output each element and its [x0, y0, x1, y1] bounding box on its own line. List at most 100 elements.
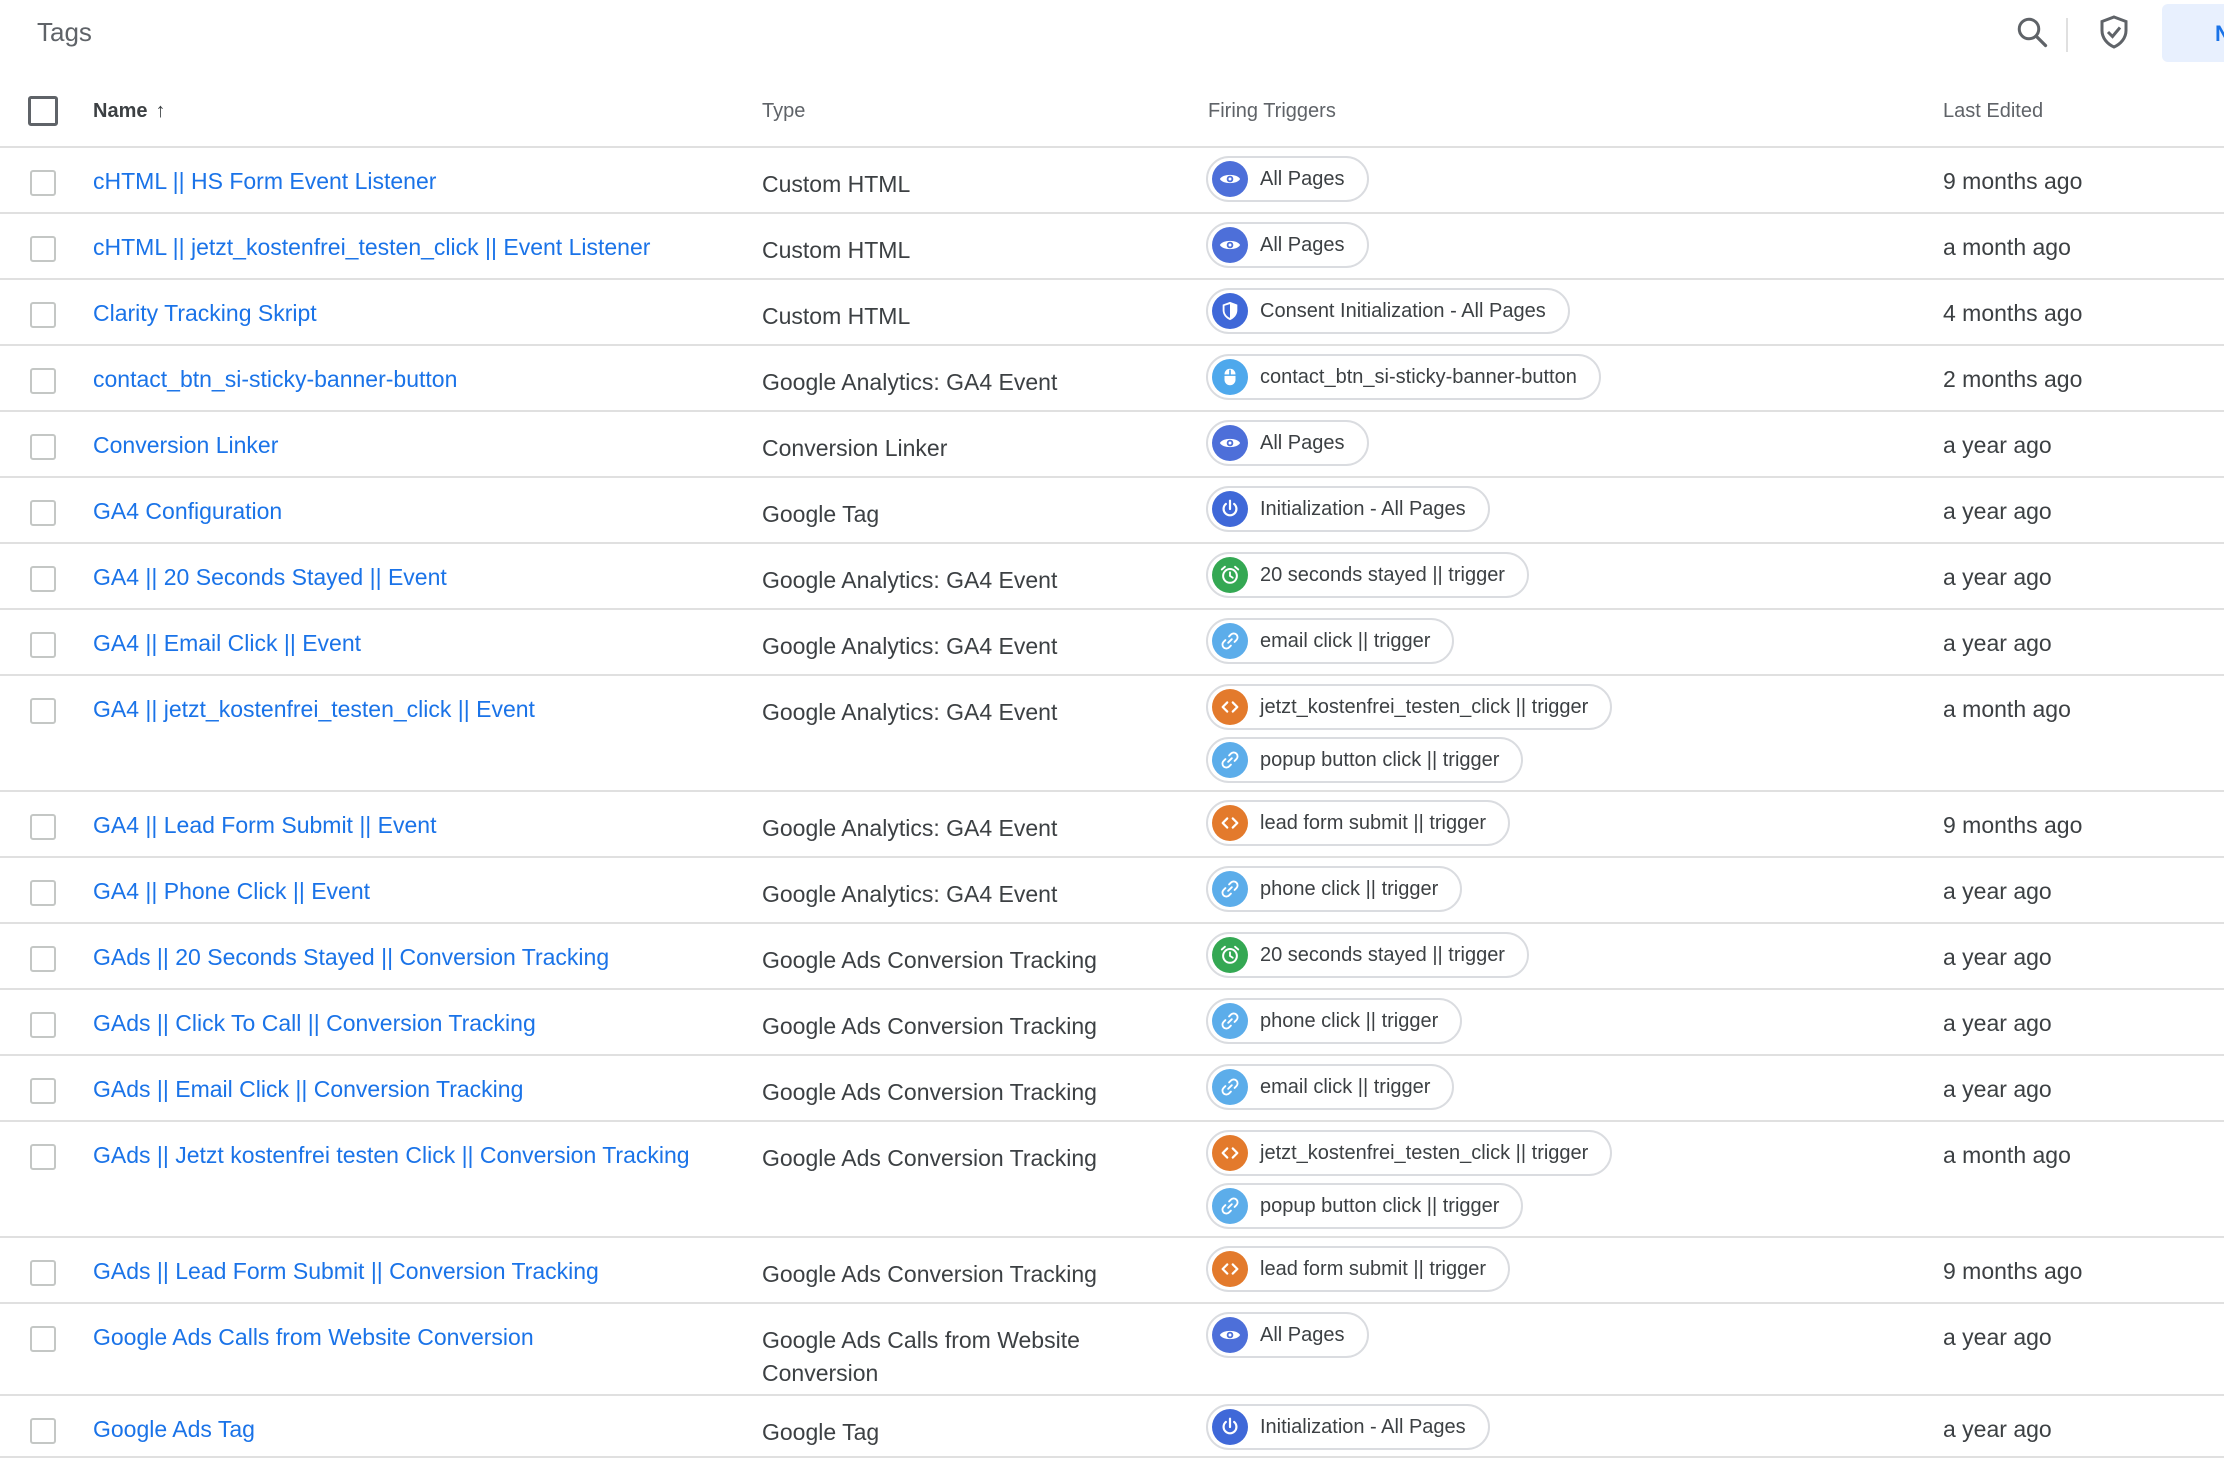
table-row[interactable]: Conversion Linker Conversion Linker All Pa… [0, 412, 2224, 478]
trigger-chip[interactable]: popup button click || trigger [1206, 1183, 1524, 1229]
table-row[interactable]: GAds || Lead Form Submit || Conversion T… [0, 1238, 2224, 1304]
tag-name-link[interactable]: GA4 Configuration [93, 498, 282, 525]
trigger-chip[interactable]: popup button click || trigger [1206, 737, 1524, 783]
column-header-last-edited[interactable]: Last Edited [1943, 100, 2043, 123]
sort-arrow-icon: ↑ [155, 100, 166, 122]
row-checkbox[interactable] [30, 236, 56, 262]
row-checkbox[interactable] [30, 946, 56, 972]
trigger-chip[interactable]: contact_btn_si-sticky-banner-button [1206, 354, 1601, 400]
table-row[interactable]: GA4 || Phone Click || Event Google Analyt… [0, 858, 2224, 924]
firing-triggers: jetzt_kostenfrei_testen_click || trigger… [1206, 684, 1613, 790]
tag-name-link[interactable]: GA4 || Phone Click || Event [93, 878, 370, 905]
search-icon[interactable] [2014, 14, 2050, 50]
table-row[interactable]: GA4 || jetzt_kostenfrei_testen_click || … [0, 676, 2224, 792]
table-row[interactable]: GAds || Email Click || Conversion Tracki… [0, 1056, 2224, 1122]
row-checkbox[interactable] [30, 698, 56, 724]
trigger-chip[interactable]: phone click || trigger [1206, 866, 1463, 912]
row-checkbox[interactable] [30, 1260, 56, 1286]
table-row[interactable]: cHTML || jetzt_kostenfrei_testen_click |… [0, 214, 2224, 280]
row-checkbox[interactable] [30, 1418, 56, 1444]
trigger-chip[interactable]: 20 seconds stayed || trigger [1206, 932, 1529, 978]
table-row[interactable]: cHTML || HS Form Event Listener Custom HT… [0, 148, 2224, 214]
trigger-chip[interactable]: All Pages [1206, 420, 1369, 466]
row-checkbox[interactable] [30, 170, 56, 196]
trigger-chip[interactable]: Initialization - All Pages [1206, 486, 1490, 532]
tag-name-link[interactable]: GA4 || 20 Seconds Stayed || Event [93, 564, 447, 591]
tag-name-link[interactable]: GA4 || jetzt_kostenfrei_testen_click || … [93, 696, 535, 723]
row-checkbox[interactable] [30, 632, 56, 658]
trigger-chip[interactable]: phone click || trigger [1206, 998, 1463, 1044]
tag-name-link[interactable]: cHTML || HS Form Event Listener [93, 168, 436, 195]
firing-triggers: phone click || trigger [1206, 866, 1463, 919]
table-row[interactable]: GAds || Click To Call || Conversion Trac… [0, 990, 2224, 1056]
table-row[interactable]: GA4 || Email Click || Event Google Analyt… [0, 610, 2224, 676]
tag-name-link[interactable]: GAds || Jetzt kostenfrei testen Click ||… [93, 1142, 690, 1169]
row-checkbox[interactable] [30, 434, 56, 460]
row-checkbox[interactable] [30, 1012, 56, 1038]
tag-name-link[interactable]: GA4 || Email Click || Event [93, 630, 361, 657]
row-checkbox[interactable] [30, 1144, 56, 1170]
table-row[interactable]: GAds || Jetzt kostenfrei testen Click ||… [0, 1122, 2224, 1238]
trigger-chip[interactable]: All Pages [1206, 1312, 1369, 1358]
last-edited: a year ago [1943, 498, 2052, 524]
trigger-label: popup button click || trigger [1260, 748, 1500, 771]
table-header: Name ↑ Type Firing Triggers Last Edited [0, 74, 2224, 148]
tag-name-link[interactable]: GAds || 20 Seconds Stayed || Conversion … [93, 944, 609, 971]
tag-name-link[interactable]: Clarity Tracking Skript [93, 300, 317, 327]
trigger-chip[interactable]: jetzt_kostenfrei_testen_click || trigger [1206, 684, 1613, 730]
trigger-chip[interactable]: Initialization - All Pages [1206, 1404, 1490, 1450]
trigger-label: All Pages [1260, 1323, 1345, 1346]
tag-name-link[interactable]: Google Ads Calls from Website Conversion [93, 1324, 534, 1351]
row-checkbox[interactable] [30, 1078, 56, 1104]
tag-name-link[interactable]: GAds || Lead Form Submit || Conversion T… [93, 1258, 599, 1285]
table-row[interactable]: contact_btn_si-sticky-banner-button Googl… [0, 346, 2224, 412]
row-checkbox[interactable] [30, 566, 56, 592]
last-edited: 9 months ago [1943, 168, 2083, 194]
table-row[interactable]: Google Ads Calls from Website Conversion… [0, 1304, 2224, 1396]
trigger-chip[interactable]: 20 seconds stayed || trigger [1206, 552, 1529, 598]
firing-triggers: email click || trigger [1206, 1064, 1455, 1117]
trigger-chip[interactable]: lead form submit || trigger [1206, 1246, 1511, 1292]
trigger-chip[interactable]: lead form submit || trigger [1206, 800, 1511, 846]
tag-type: Custom HTML [762, 237, 911, 263]
tag-name-link[interactable]: GAds || Email Click || Conversion Tracki… [93, 1076, 523, 1103]
select-all-checkbox[interactable] [28, 96, 58, 126]
table-row[interactable]: GA4 || Lead Form Submit || Event Google A… [0, 792, 2224, 858]
trigger-label: All Pages [1260, 167, 1345, 190]
column-header-name[interactable]: Name ↑ [93, 100, 165, 123]
tag-name-link[interactable]: GAds || Click To Call || Conversion Trac… [93, 1010, 536, 1037]
trigger-chip[interactable]: All Pages [1206, 222, 1369, 268]
row-checkbox[interactable] [30, 1326, 56, 1352]
firing-triggers: email click || trigger [1206, 618, 1455, 671]
trigger-chip[interactable]: jetzt_kostenfrei_testen_click || trigger [1206, 1130, 1613, 1176]
row-checkbox[interactable] [30, 368, 56, 394]
row-checkbox[interactable] [30, 814, 56, 840]
tags-page: Tags Ne Name ↑ Type Firing Triggers Last … [0, 0, 2224, 1470]
row-checkbox[interactable] [30, 500, 56, 526]
trigger-label: Initialization - All Pages [1260, 1415, 1466, 1438]
trigger-chip[interactable]: All Pages [1206, 156, 1369, 202]
table-row[interactable]: GA4 Configuration Google Tag Initializatio… [0, 478, 2224, 544]
tag-name-link[interactable]: GA4 || Lead Form Submit || Event [93, 812, 436, 839]
table-row[interactable]: GAds || 20 Seconds Stayed || Conversion … [0, 924, 2224, 990]
toolbar: Tags Ne [0, 0, 2224, 74]
tag-name-link[interactable]: Google Ads Tag [93, 1416, 255, 1443]
row-checkbox[interactable] [30, 302, 56, 328]
tag-name-link[interactable]: cHTML || jetzt_kostenfrei_testen_click |… [93, 234, 650, 261]
row-checkbox[interactable] [30, 880, 56, 906]
tag-name-link[interactable]: Conversion Linker [93, 432, 278, 459]
new-tag-button[interactable]: Ne [2162, 4, 2224, 62]
column-header-type[interactable]: Type [762, 100, 805, 123]
trigger-chip[interactable]: email click || trigger [1206, 1064, 1455, 1110]
column-name-label: Name [93, 100, 148, 122]
trigger-chip[interactable]: Consent Initialization - All Pages [1206, 288, 1570, 334]
tag-name-link[interactable]: contact_btn_si-sticky-banner-button [93, 366, 457, 393]
trigger-chip[interactable]: email click || trigger [1206, 618, 1455, 664]
table-row[interactable]: Google Ads Tag Google Tag Initialization -… [0, 1396, 2224, 1458]
column-header-triggers[interactable]: Firing Triggers [1208, 100, 1336, 123]
table-row[interactable]: GA4 || 20 Seconds Stayed || Event Google … [0, 544, 2224, 610]
trigger-label: contact_btn_si-sticky-banner-button [1260, 365, 1577, 388]
firing-triggers: All Pages [1206, 1312, 1369, 1365]
shield-check-icon[interactable] [2096, 14, 2132, 50]
table-row[interactable]: Clarity Tracking Skript Custom HTML Consen… [0, 280, 2224, 346]
